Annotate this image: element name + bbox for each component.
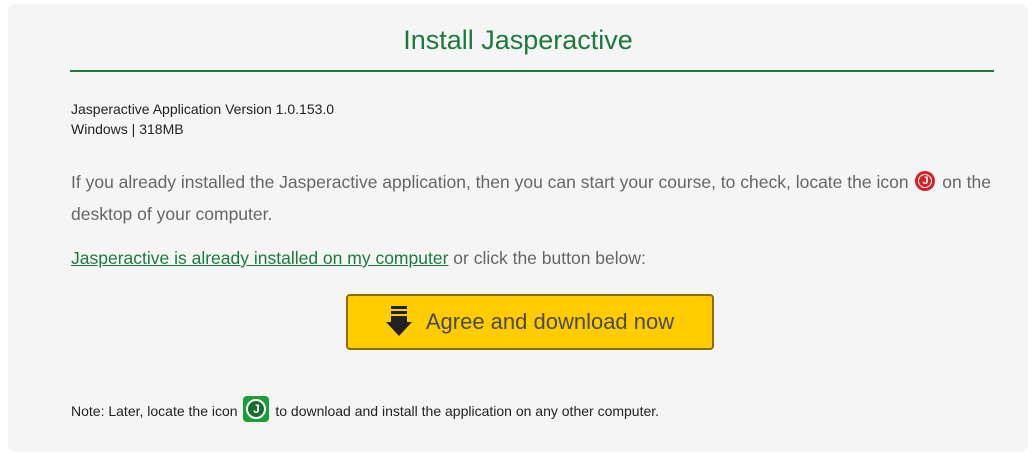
already-installed-link[interactable]: Jasperactive is already installed on my … <box>71 248 448 268</box>
intro-text-before: If you already installed the Jasperactiv… <box>71 172 914 192</box>
install-panel: Install Jasperactive Jasperactive Applic… <box>8 4 1028 452</box>
download-button-label: Agree and download now <box>425 309 675 334</box>
agree-download-button[interactable]: Agree and download now <box>346 294 714 350</box>
version-line: Jasperactive Application Version 1.0.153… <box>71 101 335 117</box>
note-text: Note: Later, locate the icon J to downlo… <box>71 396 659 424</box>
green-icon-letter: J <box>253 402 260 416</box>
download-arrow-icon <box>385 306 412 338</box>
platform-size-line: Windows | 318MB <box>71 121 184 137</box>
title-divider <box>70 70 994 72</box>
note-text-after: to download and install the application … <box>271 403 660 419</box>
red-icon-letter: J <box>922 175 929 187</box>
jasperactive-red-icon: J <box>915 171 936 191</box>
version-info: Jasperactive Application Version 1.0.153… <box>71 99 334 139</box>
jasperactive-green-icon: J <box>243 396 270 422</box>
installed-suffix: or click the button below: <box>448 248 646 268</box>
installed-line: Jasperactive is already installed on my … <box>71 244 646 272</box>
intro-paragraph: If you already installed the Jasperactiv… <box>71 166 1001 230</box>
note-text-before: Note: Later, locate the icon <box>71 403 242 419</box>
page-title: Install Jasperactive <box>403 25 633 55</box>
